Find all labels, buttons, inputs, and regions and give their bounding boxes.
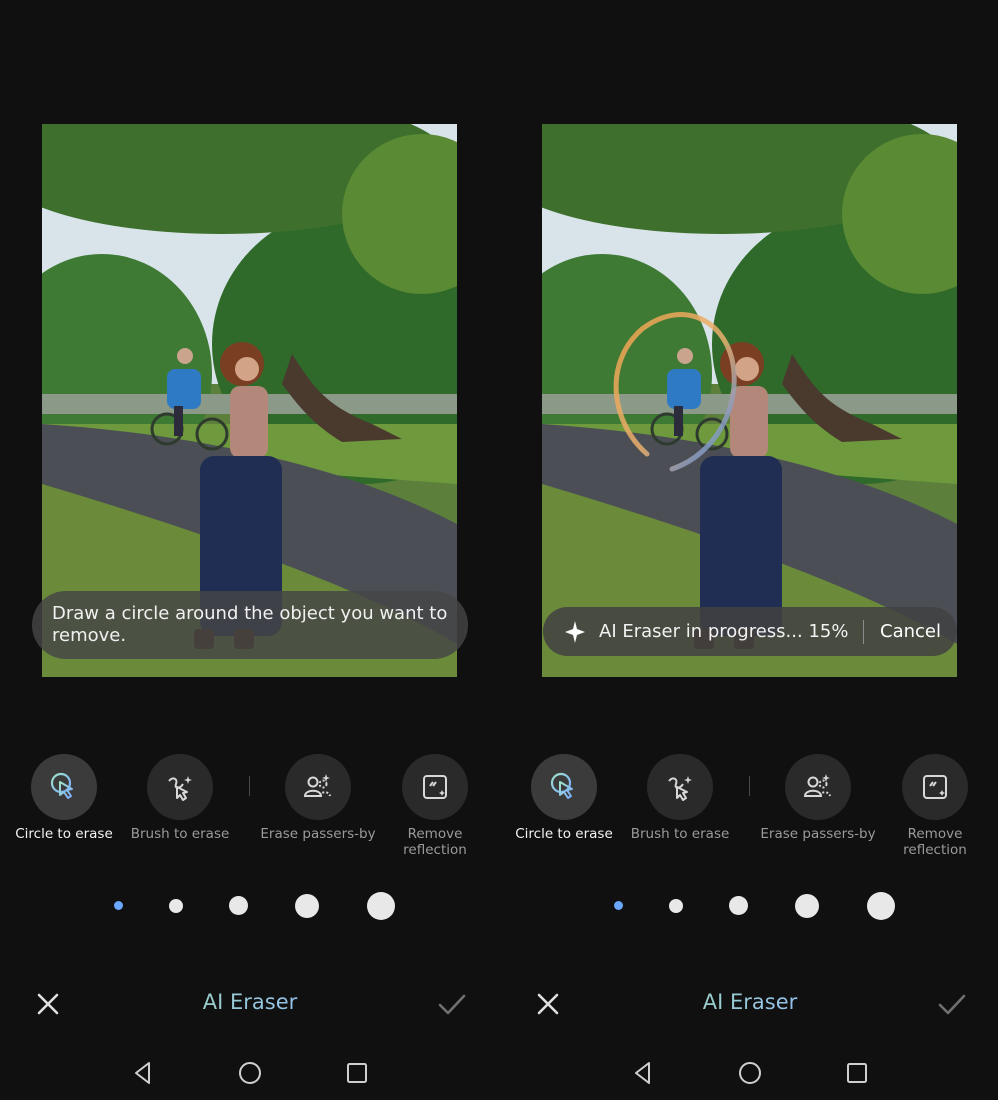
tool-circle-to-erase[interactable]: Circle to erase [504, 754, 624, 842]
tool-erase-passers-by[interactable]: Erase passers-by [758, 754, 878, 842]
brush-size-2[interactable] [669, 899, 683, 913]
comparison-stage: Draw a circle around the object you want… [0, 0, 998, 1100]
tool-brush-to-erase[interactable]: Brush to erase [120, 754, 240, 842]
tool-remove-reflection[interactable]: Remove reflection [875, 754, 995, 858]
reflection-icon [923, 775, 947, 799]
brush-size-5[interactable] [367, 892, 395, 920]
recents-icon[interactable] [344, 1060, 370, 1086]
check-icon[interactable] [936, 988, 968, 1020]
brush-size-1[interactable] [614, 901, 623, 910]
brush-size-3[interactable] [229, 896, 248, 915]
screen-left: Draw a circle around the object you want… [0, 0, 499, 1100]
progress-text: AI Eraser in progress... 15% [599, 621, 849, 642]
back-icon[interactable] [130, 1060, 156, 1086]
progress-divider [863, 619, 865, 644]
home-icon[interactable] [737, 1060, 763, 1086]
tool-divider [749, 776, 750, 796]
tool-erase-passers-by[interactable]: Erase passers-by [258, 754, 378, 842]
brush-size-1[interactable] [114, 901, 123, 910]
close-icon[interactable] [532, 988, 564, 1020]
tool-circle-to-erase[interactable]: Circle to erase [4, 754, 124, 842]
brush-touch-icon [168, 776, 192, 801]
photo-canvas[interactable] [542, 124, 957, 677]
instruction-hint: Draw a circle around the object you want… [32, 591, 468, 659]
tool-divider [249, 776, 250, 796]
brush-size-3[interactable] [729, 896, 748, 915]
brush-touch-icon [668, 776, 692, 801]
recents-icon[interactable] [844, 1060, 870, 1086]
circle-touch-icon [550, 772, 573, 799]
tool-brush-to-erase[interactable]: Brush to erase [620, 754, 740, 842]
brush-size-4[interactable] [795, 894, 819, 918]
people-sparkle-icon [803, 774, 831, 797]
screen-title: AI Eraser [650, 990, 850, 1014]
brush-size-2[interactable] [169, 899, 183, 913]
screen-title: AI Eraser [150, 990, 350, 1014]
brush-size-5[interactable] [867, 892, 895, 920]
progress-pill: AI Eraser in progress... 15% Cancel [543, 607, 957, 656]
people-sparkle-icon [303, 774, 331, 797]
circle-touch-icon [50, 772, 73, 799]
screen-right: AI Eraser in progress... 15% Cancel Circ… [499, 0, 998, 1100]
park-photo [542, 124, 957, 677]
close-icon[interactable] [32, 988, 64, 1020]
sparkle-icon [565, 620, 585, 643]
reflection-icon [423, 775, 447, 799]
home-icon[interactable] [237, 1060, 263, 1086]
check-icon[interactable] [436, 988, 468, 1020]
brush-size-4[interactable] [295, 894, 319, 918]
cancel-button[interactable]: Cancel [880, 621, 941, 642]
tool-remove-reflection[interactable]: Remove reflection [375, 754, 495, 858]
back-icon[interactable] [630, 1060, 656, 1086]
